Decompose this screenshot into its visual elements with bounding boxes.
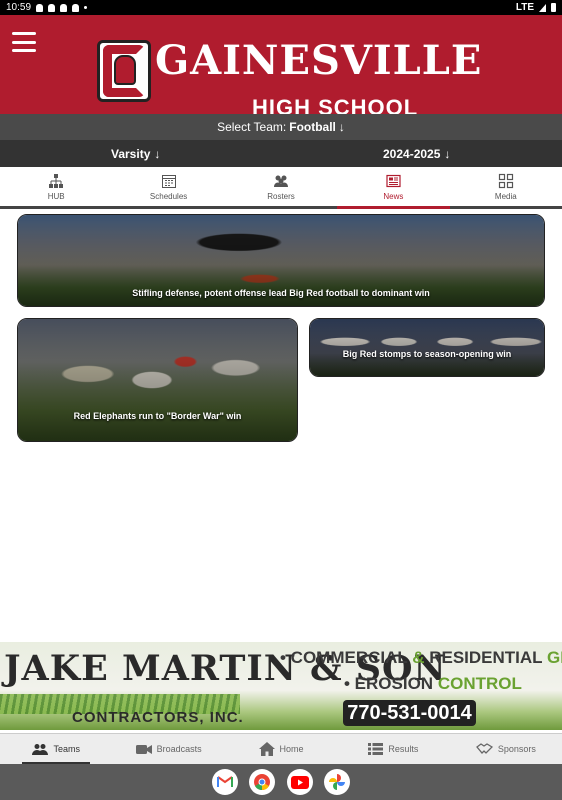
status-time: 10:59 (6, 2, 32, 13)
school-logo (97, 40, 151, 102)
people-icon (274, 175, 289, 187)
nav-sponsors-label: Sponsors (497, 744, 536, 754)
tab-media[interactable]: Media (450, 167, 562, 206)
elephant-icon (114, 55, 136, 85)
nav-home-label: Home (279, 744, 304, 754)
video-camera-icon (135, 744, 152, 754)
ad-company-sub: CONTRACTORS, INC. (72, 709, 244, 726)
news-card[interactable]: Red Elephants run to "Border War" win (17, 318, 298, 442)
hierarchy-icon (49, 173, 64, 188)
tab-rosters[interactable]: Rosters (225, 167, 337, 206)
tab-rosters-label: Rosters (267, 191, 295, 201)
arrow-down-icon: ↓ (444, 147, 451, 161)
news-headline: Big Red stomps to season-opening win (342, 349, 512, 359)
arrow-down-icon: ↓ (154, 147, 161, 161)
notification-bell-icon (72, 3, 80, 12)
gmail-icon[interactable] (212, 769, 238, 795)
handshake-icon (475, 743, 493, 754)
people-icon (32, 743, 49, 755)
newspaper-icon (386, 174, 402, 187)
tab-hub[interactable]: HUB (0, 167, 112, 206)
news-headline: Stifling defense, potent offense lead Bi… (132, 288, 430, 298)
photos-icon[interactable] (324, 769, 350, 795)
calendar-icon (161, 174, 176, 188)
season-filter[interactable]: 2024-2025 ↓ (383, 147, 450, 161)
news-card-featured[interactable]: Stifling defense, potent offense lead Bi… (17, 214, 545, 307)
nav-results-label: Results (388, 744, 419, 754)
notification-bell-icon (36, 3, 44, 12)
list-icon (368, 743, 384, 755)
tab-schedules[interactable]: Schedules (112, 167, 224, 206)
tab-news-label: News (383, 191, 404, 201)
battery-icon (551, 3, 556, 12)
ad-service-2a: • EROSION (344, 674, 438, 693)
section-tabs: HUB Schedules Rosters News Media (0, 167, 562, 209)
tab-news[interactable]: News (337, 167, 451, 209)
ad-service-2b: CONTROL (437, 674, 522, 693)
notification-bell-icon (60, 3, 68, 12)
ad-service-1: • COMMERCIAL & RESIDENTIAL GRASSING (280, 648, 562, 668)
nav-teams[interactable]: Teams (0, 734, 112, 764)
grid-icon (498, 173, 513, 188)
signal-icon (539, 3, 546, 12)
nav-broadcasts-label: Broadcasts (156, 744, 202, 754)
notification-bell-icon (48, 3, 56, 12)
nav-home[interactable]: Home (225, 734, 337, 764)
chrome-icon[interactable] (249, 769, 275, 795)
team-selector[interactable]: Select Team: Football ↓ (0, 114, 562, 140)
filter-bar: Varsity ↓ 2024-2025 ↓ (0, 140, 562, 167)
tab-hub-label: HUB (47, 191, 65, 201)
ad-service-1c: GRASSING (546, 648, 562, 667)
arrow-down-icon: ↓ (338, 120, 345, 134)
more-notifications-icon (84, 6, 88, 9)
ad-service-1-amp: & (412, 648, 430, 667)
news-headline: Red Elephants run to "Border War" win (73, 411, 242, 421)
android-dock (0, 764, 562, 800)
nav-sponsors[interactable]: Sponsors (450, 734, 562, 764)
school-name: GAINESVILLE (155, 37, 483, 84)
status-bar: 10:59 LTE (0, 0, 562, 15)
youtube-icon[interactable] (287, 769, 313, 795)
nav-results[interactable]: Results (337, 734, 449, 764)
bottom-nav: Teams Broadcasts Home Results Sponsors (0, 733, 562, 764)
home-icon (258, 742, 275, 756)
news-card[interactable]: Big Red stomps to season-opening win (309, 318, 545, 377)
network-label: LTE (515, 2, 534, 13)
sponsor-ad-banner[interactable]: JAKE MARTIN & SON CONTRACTORS, INC. • CO… (0, 642, 562, 730)
menu-icon[interactable] (12, 32, 36, 52)
nav-broadcasts[interactable]: Broadcasts (112, 734, 224, 764)
tab-media-label: Media (494, 191, 517, 201)
nav-teams-label: Teams (53, 744, 80, 754)
season-filter-label: 2024-2025 (383, 147, 441, 161)
team-selector-label: Select Team: (217, 120, 287, 134)
tab-schedules-label: Schedules (149, 191, 188, 201)
app-header: GAINESVILLE HIGH SCHOOL (0, 15, 562, 120)
ad-service-1b: RESIDENTIAL (429, 648, 547, 667)
level-filter-label: Varsity (111, 147, 151, 161)
level-filter[interactable]: Varsity ↓ (111, 147, 160, 161)
ad-phone: 770-531-0014 (343, 700, 476, 726)
ad-service-2: • EROSION CONTROL (344, 674, 522, 694)
ad-service-1a: • COMMERCIAL (280, 648, 413, 667)
team-selector-value: Football (289, 120, 336, 134)
